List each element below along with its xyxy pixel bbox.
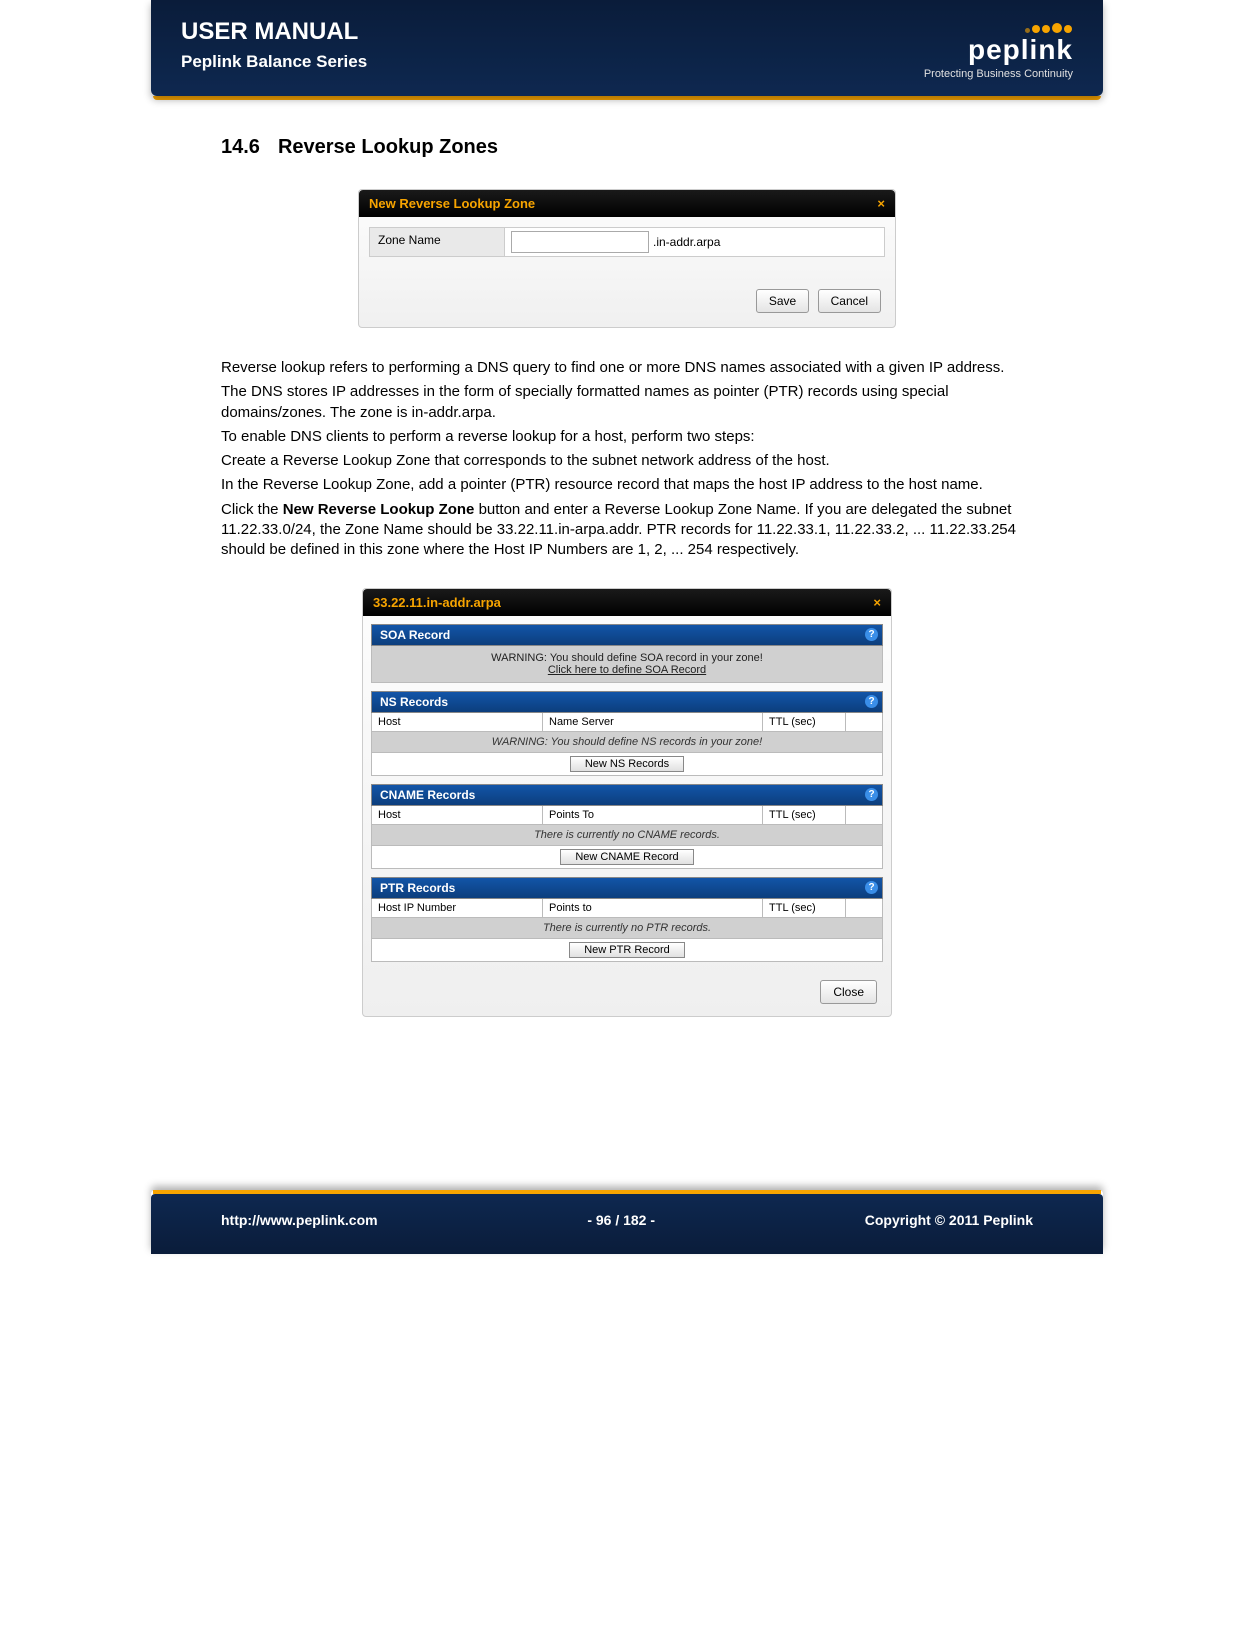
close-icon[interactable]: ×: [877, 196, 885, 211]
close-icon[interactable]: ×: [873, 595, 881, 610]
section-title: Reverse Lookup Zones: [278, 136, 498, 158]
zone-suffix: .in-addr.arpa: [653, 235, 720, 249]
brand-tagline: Protecting Business Continuity: [924, 68, 1073, 80]
section-number: 14.6: [221, 136, 260, 158]
paragraph: Reverse lookup refers to performing a DN…: [221, 358, 1033, 378]
zone-name-row: Zone Name .in-addr.arpa: [369, 227, 885, 257]
soa-section-header: SOA Record?: [371, 624, 883, 646]
ns-section-header: NS Records?: [371, 691, 883, 713]
new-ptr-button[interactable]: New PTR Record: [569, 942, 685, 958]
paragraph: To enable DNS clients to perform a rever…: [221, 427, 1033, 447]
zone-name-label: Zone Name: [370, 228, 505, 256]
brand-name: peplink: [924, 34, 1073, 66]
new-cname-button[interactable]: New CNAME Record: [560, 849, 693, 865]
section-heading: 14.6 Reverse Lookup Zones: [221, 136, 1033, 159]
cname-empty: There is currently no CNAME records.: [371, 825, 883, 846]
zone-name-input[interactable]: [511, 231, 649, 253]
cname-section-header: CNAME Records?: [371, 784, 883, 806]
soa-warning: WARNING: You should define SOA record in…: [371, 646, 883, 683]
page-header: USER MANUAL Peplink Balance Series pepli…: [151, 0, 1103, 96]
paragraph: Create a Reverse Lookup Zone that corres…: [221, 451, 1033, 471]
paragraph: In the Reverse Lookup Zone, add a pointe…: [221, 475, 1033, 495]
ptr-empty: There is currently no PTR records.: [371, 918, 883, 939]
new-ns-button[interactable]: New NS Records: [570, 756, 684, 772]
footer-url: http://www.peplink.com: [221, 1212, 378, 1228]
page-footer: http://www.peplink.com - 96 / 182 - Copy…: [151, 1190, 1103, 1254]
paragraph: Click the New Reverse Lookup Zone button…: [221, 500, 1033, 561]
new-reverse-zone-dialog: New Reverse Lookup Zone × Zone Name .in-…: [358, 189, 896, 328]
footer-copyright: Copyright © 2011 Peplink: [865, 1212, 1033, 1228]
ptr-section-header: PTR Records?: [371, 877, 883, 899]
dialog-header: New Reverse Lookup Zone ×: [359, 190, 895, 217]
help-icon[interactable]: ?: [865, 695, 878, 708]
brand-logo: peplink Protecting Business Continuity: [924, 20, 1073, 80]
help-icon[interactable]: ?: [865, 788, 878, 801]
help-icon[interactable]: ?: [865, 628, 878, 641]
cancel-button[interactable]: Cancel: [818, 289, 881, 313]
ns-warning: WARNING: You should define NS records in…: [371, 732, 883, 753]
zone-dialog-header: 33.22.11.in-addr.arpa ×: [363, 589, 891, 616]
paragraph: The DNS stores IP addresses in the form …: [221, 382, 1033, 423]
zone-dialog-title: 33.22.11.in-addr.arpa: [373, 595, 501, 610]
dialog-title: New Reverse Lookup Zone: [369, 196, 535, 211]
close-button[interactable]: Close: [820, 980, 877, 1004]
define-soa-link[interactable]: Click here to define SOA Record: [378, 664, 876, 676]
ns-header-row: HostName ServerTTL (sec): [371, 713, 883, 732]
help-icon[interactable]: ?: [865, 881, 878, 894]
zone-detail-dialog: 33.22.11.in-addr.arpa × SOA Record? WARN…: [362, 588, 892, 1017]
ptr-header-row: Host IP NumberPoints toTTL (sec): [371, 899, 883, 918]
logo-dots-icon: [924, 20, 1073, 36]
save-button[interactable]: Save: [756, 289, 809, 313]
footer-page: - 96 / 182 -: [587, 1212, 655, 1228]
cname-header-row: HostPoints ToTTL (sec): [371, 806, 883, 825]
